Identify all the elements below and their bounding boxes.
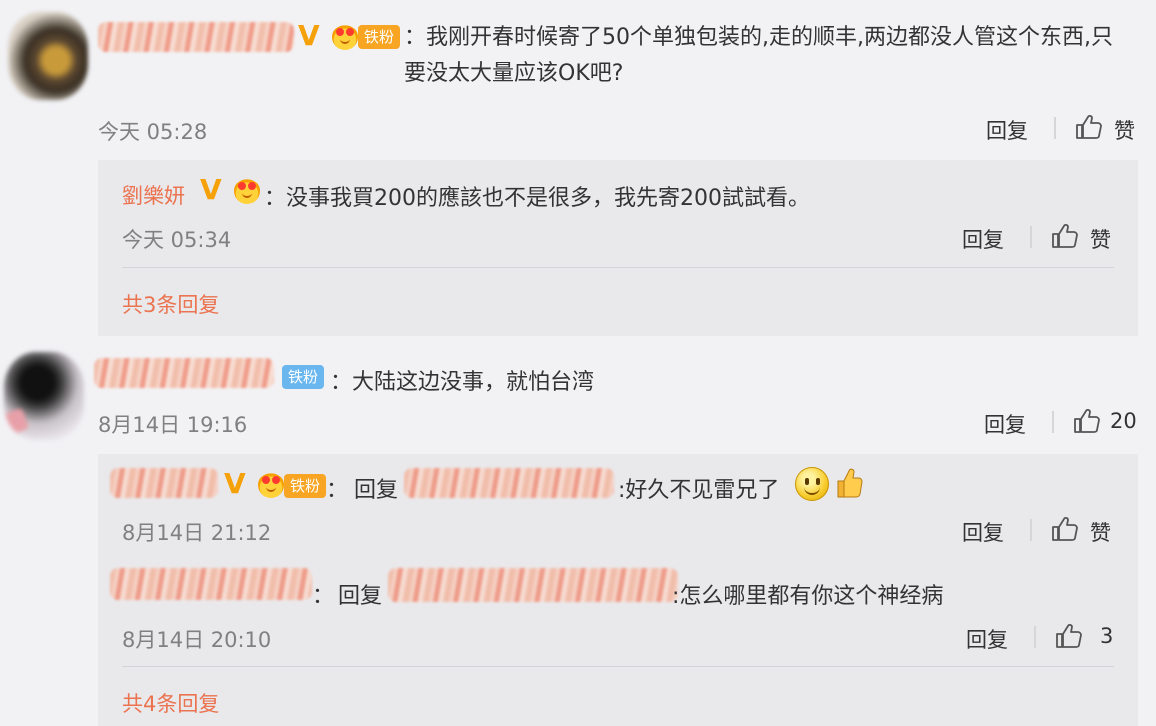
- thumbs-up-emoji-icon: [837, 468, 863, 498]
- username-redacted[interactable]: [94, 358, 274, 388]
- verified-v-icon: V: [200, 173, 222, 206]
- fan-tag: 铁粉: [282, 365, 325, 389]
- divider: [1052, 411, 1054, 433]
- username-redacted[interactable]: [110, 568, 312, 600]
- like-count[interactable]: 3: [1100, 624, 1113, 648]
- reply-button[interactable]: 回复: [962, 224, 1004, 254]
- username-redacted[interactable]: [110, 468, 218, 498]
- crown-medal-icon: [258, 472, 284, 498]
- comment-text: ：我刚开春时候寄了50个单独包装的,走的顺丰,两边都没人管这个东西,只要没太大量…: [404, 25, 1113, 86]
- thumbs-up-icon[interactable]: [1054, 622, 1082, 650]
- verified-v-icon: V: [224, 467, 246, 500]
- user-avatar[interactable]: [8, 12, 88, 100]
- comment-text: ：大陆这边没事，就怕台湾: [330, 370, 595, 395]
- divider: [1054, 117, 1056, 139]
- reply-button[interactable]: 回复: [966, 624, 1008, 654]
- more-replies-link[interactable]: 共3条回复: [122, 289, 219, 319]
- fan-tag: 铁粉: [284, 474, 327, 498]
- mentioned-user-redacted[interactable]: [404, 468, 614, 498]
- divider: [1034, 626, 1036, 648]
- reply-time: 8月14日 21:12: [122, 521, 272, 545]
- reply-username[interactable]: 劉樂妍: [122, 180, 185, 210]
- mentioned-user-redacted[interactable]: [388, 568, 678, 602]
- smile-emoji-icon: [795, 467, 829, 501]
- thumbs-up-icon[interactable]: [1074, 113, 1102, 141]
- reply-word: 回复: [354, 478, 399, 503]
- user-avatar[interactable]: [4, 352, 84, 440]
- reply-text: ：没事我買200的應該也不是很多，我先寄200試試看。: [264, 186, 810, 211]
- username-redacted[interactable]: [98, 22, 294, 52]
- like-button[interactable]: 赞: [1114, 115, 1135, 145]
- reply-time: 今天 05:34: [122, 228, 232, 252]
- reply-button[interactable]: 回复: [984, 409, 1026, 439]
- divider: [1030, 519, 1032, 541]
- more-replies-link[interactable]: 共4条回复: [122, 688, 219, 718]
- reply-button[interactable]: 回复: [986, 115, 1028, 145]
- divider: [1030, 226, 1032, 248]
- thumbs-up-icon[interactable]: [1050, 515, 1078, 543]
- reply-prefix: ：: [326, 478, 349, 503]
- like-button[interactable]: 赞: [1090, 224, 1111, 254]
- reply-button[interactable]: 回复: [962, 517, 1004, 547]
- crown-medal-icon: [234, 178, 260, 204]
- divider: [122, 267, 1114, 268]
- comment-time: 今天 05:28: [98, 120, 208, 144]
- thumbs-up-icon[interactable]: [1050, 222, 1078, 250]
- fan-tag: 铁粉: [358, 25, 401, 49]
- reply-text: :好久不见雷兄了: [618, 478, 780, 503]
- thumbs-up-icon[interactable]: [1072, 407, 1100, 435]
- like-button[interactable]: 赞: [1090, 517, 1111, 547]
- reply-word: 回复: [338, 584, 383, 609]
- reply-text: :怎么哪里都有你这个神经病: [672, 584, 944, 609]
- reply-time: 8月14日 20:10: [122, 628, 272, 652]
- comment-time: 8月14日 19:16: [98, 413, 248, 437]
- like-count[interactable]: 20: [1110, 409, 1137, 433]
- divider: [122, 666, 1114, 667]
- reply-prefix: ：: [312, 584, 335, 609]
- verified-v-icon: V: [298, 19, 320, 52]
- crown-medal-icon: [332, 24, 358, 50]
